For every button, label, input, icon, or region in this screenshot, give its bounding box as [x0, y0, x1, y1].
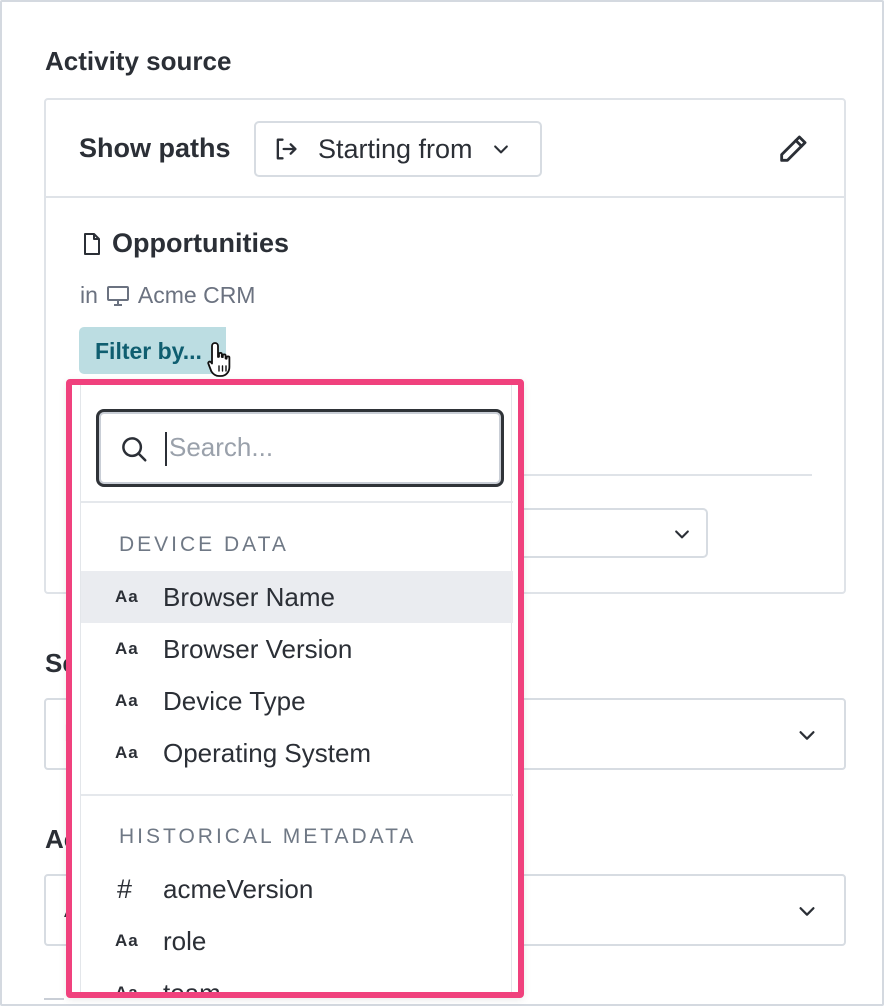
hand-pointer-cursor-icon	[207, 342, 231, 377]
text-type-icon: Aa	[115, 639, 139, 658]
dropdown-divider	[81, 501, 513, 503]
list-item-label: team	[163, 977, 221, 998]
text-type-icon: Aa	[115, 931, 139, 950]
group-label-historical-metadata: HISTORICAL METADATA	[119, 825, 417, 848]
app-line: in Acme CRM	[80, 282, 255, 309]
filter-by-button[interactable]: Filter by...	[79, 327, 226, 374]
list-item-label: role	[163, 925, 207, 956]
text-type-icon: Aa	[115, 587, 139, 606]
text-type-icon: Aa	[115, 983, 139, 998]
direction-select-value: Starting from	[318, 133, 473, 164]
monitor-icon	[106, 285, 129, 306]
list-item[interactable]: Aa role	[81, 915, 513, 967]
sign-out-icon	[276, 138, 297, 160]
list-item-label: Browser Name	[163, 581, 335, 612]
event-name: Opportunities	[112, 228, 289, 258]
list-item-label: Device Type	[163, 685, 306, 716]
list-item-label: acmeVersion	[163, 873, 314, 904]
search-input[interactable]: Search...	[96, 409, 504, 487]
in-label: in	[80, 282, 98, 308]
filter-dropdown-panel: Search... DEVICE DATA Aa Browser Name Aa…	[80, 385, 513, 998]
search-placeholder: Search...	[169, 432, 274, 462]
list-item-label: Browser Version	[163, 633, 353, 664]
bottom-divider	[44, 998, 64, 1000]
dropdown-divider	[81, 794, 513, 796]
show-paths-label: Show paths	[79, 133, 231, 163]
list-item-label: Operating System	[163, 737, 372, 768]
chevron-down-icon	[675, 530, 689, 539]
event-title: Opportunities	[80, 228, 289, 259]
text-type-icon: Aa	[115, 743, 139, 762]
chevron-down-icon	[799, 731, 815, 740]
list-item[interactable]: Aa Device Type	[81, 675, 513, 727]
file-icon	[84, 232, 100, 255]
card-divider	[478, 474, 812, 476]
chevron-down-icon	[493, 145, 508, 154]
search-icon	[122, 437, 147, 462]
list-item[interactable]: Aa team	[81, 967, 513, 998]
list-item[interactable]: Aa Operating System	[81, 727, 513, 779]
pencil-icon[interactable]	[776, 132, 810, 166]
text-type-icon: Aa	[115, 691, 139, 710]
number-type-icon: #	[117, 873, 134, 904]
list-item[interactable]: # acmeVersion	[81, 863, 513, 915]
list-item[interactable]: Aa Browser Name	[81, 571, 513, 623]
section-title-activity-source: Activity source	[45, 46, 232, 76]
card-header: Show paths Starting from	[46, 100, 844, 198]
filter-dropdown: Search... DEVICE DATA Aa Browser Name Aa…	[66, 379, 524, 998]
group-label-device-data: DEVICE DATA	[119, 533, 289, 556]
list-item[interactable]: Aa Browser Version	[81, 623, 513, 675]
direction-select[interactable]: Starting from	[254, 121, 542, 177]
chevron-down-icon	[799, 907, 815, 916]
text-caret	[165, 432, 167, 466]
app-name: Acme CRM	[137, 282, 256, 308]
